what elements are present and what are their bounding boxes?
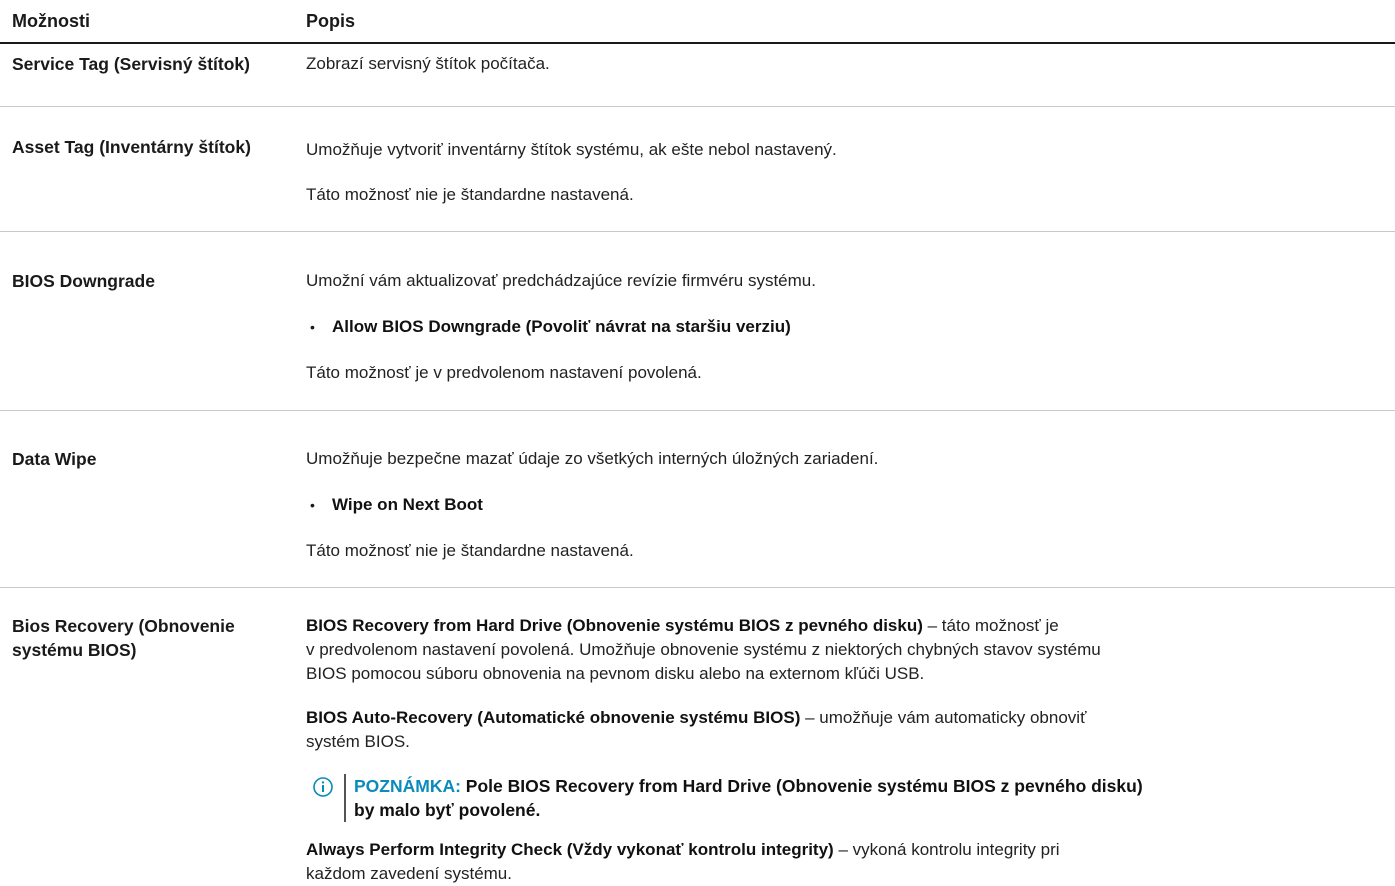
note-label: POZNÁMKA: [354, 776, 461, 796]
bios-options-table: Možnosti Popis Service Tag (Servisný ští… [0, 0, 1395, 886]
description-text: Umožňuje bezpečne mazať údaje zo všetkýc… [306, 449, 879, 468]
header-description: Popis [306, 10, 356, 31]
description-text: Táto možnosť je v predvolenom nastavení … [306, 363, 702, 382]
option-description: Umožní vám aktualizovať predchádzajúce r… [306, 232, 1395, 410]
list-item: • Allow BIOS Downgrade (Povoliť návrat n… [306, 315, 1381, 339]
item-text: – vykoná kontrolu integrity pri [833, 840, 1060, 859]
option-name: Asset Tag (Inventárny štítok) [12, 137, 251, 157]
info-icon [313, 777, 333, 797]
table-row: Asset Tag (Inventárny štítok) Umožňuje v… [0, 107, 1395, 232]
list-item: • Wipe on Next Boot [306, 493, 1381, 517]
bullet-icon: • [310, 319, 315, 335]
table-row: Service Tag (Servisný štítok) Zobrazí se… [0, 44, 1395, 107]
table-header: Možnosti Popis [0, 0, 1395, 44]
item-text: BIOS pomocou súboru obnovenia na pevnom … [306, 664, 925, 683]
description-text: Umožní vám aktualizovať predchádzajúce r… [306, 271, 816, 290]
note-content: POZNÁMKA: Pole BIOS Recovery from Hard D… [344, 774, 1143, 822]
option-description: Umožňuje bezpečne mazať údaje zo všetkýc… [306, 411, 1395, 587]
option-description: Umožňuje vytvoriť inventárny štítok syst… [306, 107, 1395, 231]
recovery-item-hard-drive: BIOS Recovery from Hard Drive (Obnovenie… [306, 614, 1381, 686]
option-description: BIOS Recovery from Hard Drive (Obnovenie… [306, 588, 1395, 886]
description-text: Umožňuje vytvoriť inventárny štítok syst… [306, 140, 837, 159]
recovery-item-integrity: Always Perform Integrity Check (Vždy vyk… [306, 838, 1381, 886]
note-text: by malo byť povolené. [354, 800, 541, 820]
table-row: BIOS Downgrade Umožní vám aktualizovať p… [0, 232, 1395, 411]
bullet-icon: • [310, 497, 315, 513]
item-text: – umožňuje vám automaticky obnoviť [800, 708, 1087, 727]
description-text: Zobrazí servisný štítok počítača. [306, 54, 550, 73]
description-text: Táto možnosť nie je štandardne nastavená… [306, 185, 634, 204]
option-name: Bios Recovery (Obnovenie systému BIOS) [12, 616, 235, 660]
option-name: Service Tag (Servisný štítok) [12, 54, 250, 74]
option-name: Data Wipe [12, 449, 97, 469]
option-name: BIOS Downgrade [12, 271, 155, 291]
table-row: Data Wipe Umožňuje bezpečne mazať údaje … [0, 411, 1395, 588]
option-description: Zobrazí servisný štítok počítača. [306, 44, 1395, 106]
item-text: v predvolenom nastavení povolená. Umožňu… [306, 640, 1101, 659]
note-text: Pole BIOS Recovery from Hard Drive (Obno… [460, 776, 1143, 796]
bullet-text: Allow BIOS Downgrade (Povoliť návrat na … [332, 317, 791, 336]
item-text: systém BIOS. [306, 732, 410, 751]
header-options: Možnosti [12, 10, 90, 31]
item-text: každom zavedení systému. [306, 864, 512, 883]
item-text: – táto možnosť je [922, 616, 1059, 635]
item-title: BIOS Recovery from Hard Drive (Obnovenie… [306, 616, 923, 635]
item-title: BIOS Auto-Recovery (Automatické obnoveni… [306, 708, 801, 727]
note-box: POZNÁMKA: Pole BIOS Recovery from Hard D… [312, 774, 1381, 822]
recovery-item-auto: BIOS Auto-Recovery (Automatické obnoveni… [306, 706, 1381, 754]
bullet-text: Wipe on Next Boot [332, 495, 483, 514]
description-text: Táto možnosť nie je štandardne nastavená… [306, 541, 634, 560]
item-title: Always Perform Integrity Check (Vždy vyk… [306, 840, 834, 859]
table-row: Bios Recovery (Obnovenie systému BIOS) B… [0, 588, 1395, 886]
